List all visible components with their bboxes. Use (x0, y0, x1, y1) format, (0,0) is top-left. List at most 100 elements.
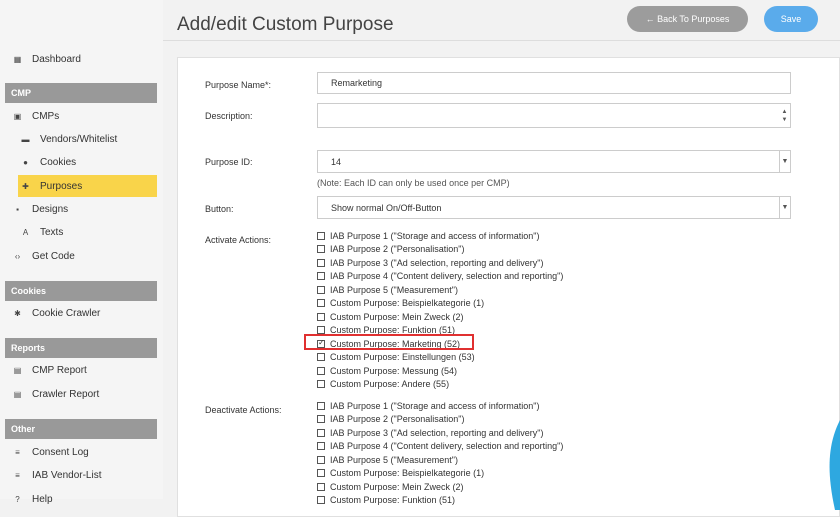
checkbox-label: IAB Purpose 5 ("Measurement") (330, 284, 458, 295)
section-header-cookies: Cookies (5, 281, 157, 301)
deactivate-action-option[interactable]: IAB Purpose 2 ("Personalisation") (317, 413, 563, 427)
activate-actions-list: IAB Purpose 1 ("Storage and access of in… (317, 229, 563, 391)
deactivate-action-option[interactable]: Custom Purpose: Beispielkategorie (1) (317, 467, 563, 481)
comment-icon: ▬ (21, 134, 30, 144)
activate-action-option[interactable]: Custom Purpose: Mein Zweck (2) (317, 310, 563, 324)
activate-action-option[interactable]: IAB Purpose 4 ("Content delivery, select… (317, 270, 563, 284)
description-label: Description: (205, 111, 253, 121)
deactivate-actions-list: IAB Purpose 1 ("Storage and access of in… (317, 399, 563, 507)
button-type-select[interactable]: Show normal On/Off-Button ▼ (317, 196, 791, 219)
activate-action-option[interactable]: Custom Purpose: Andere (55) (317, 378, 563, 392)
deactivate-action-option[interactable]: Custom Purpose: Mein Zweck (2) (317, 480, 563, 494)
sidebar-item-cookies[interactable]: ● Cookies (20, 151, 76, 173)
sidebar-item-label: Designs (32, 203, 69, 215)
checkbox[interactable] (317, 442, 325, 451)
highlight-annotation (304, 334, 474, 350)
sidebar-item-label: Purposes (40, 180, 83, 192)
form-panel: Purpose Name*: Remarketing Description: … (177, 57, 840, 517)
sidebar-item-cookie-crawler[interactable]: ✱ Cookie Crawler (12, 302, 100, 324)
checkbox[interactable] (317, 380, 325, 389)
checkbox-label: IAB Purpose 1 ("Storage and access of in… (330, 400, 540, 411)
checkbox[interactable] (317, 272, 325, 281)
sidebar-item-crawler-report[interactable]: ▤ Crawler Report (12, 383, 100, 405)
purpose-id-value: 14 (331, 156, 342, 167)
checkbox[interactable] (317, 353, 325, 362)
activate-action-option[interactable]: Custom Purpose: Messung (54) (317, 364, 563, 378)
activate-action-option[interactable]: IAB Purpose 3 ("Ad selection, reporting … (317, 256, 563, 270)
puzzle-icon: ✚ (22, 181, 29, 191)
checkbox-label: IAB Purpose 3 ("Ad selection, reporting … (330, 257, 544, 268)
sidebar-item-purposes[interactable]: ✚ Purposes (18, 175, 157, 197)
deactivate-action-option[interactable]: IAB Purpose 4 ("Content delivery, select… (317, 440, 563, 454)
checkbox[interactable] (317, 285, 325, 294)
deactivate-action-option[interactable]: Custom Purpose: Funktion (51) (317, 494, 563, 508)
sidebar-item-help[interactable]: ? Help (12, 488, 52, 510)
checkbox[interactable] (317, 401, 325, 410)
main-content: Add/edit Custom Purpose ← Back To Purpos… (163, 0, 840, 517)
section-header-cmp: CMP (5, 83, 157, 103)
checkbox[interactable] (317, 455, 325, 464)
sidebar: ▦ Dashboard CMP ▣ CMPs ▬ Vendors/Whitelist … (0, 0, 163, 505)
checkbox-label: Custom Purpose: Andere (55) (330, 379, 450, 390)
sidebar-item-label: Vendors/Whitelist (40, 133, 118, 145)
activate-action-option[interactable]: Custom Purpose: Beispielkategorie (1) (317, 297, 563, 311)
checkbox[interactable] (317, 299, 325, 308)
purpose-id-label: Purpose ID: (205, 157, 253, 167)
page-title: Add/edit Custom Purpose (177, 14, 394, 35)
checkbox-label: Custom Purpose: Beispielkategorie (1) (330, 298, 485, 309)
checkbox[interactable] (317, 496, 325, 505)
sidebar-item-vendors[interactable]: ▬ Vendors/Whitelist (20, 128, 118, 150)
button-label: Button: (205, 204, 234, 214)
sidebar-item-get-code[interactable]: ‹› Get Code (12, 245, 75, 267)
checkbox[interactable] (317, 482, 325, 491)
activate-actions-label: Activate Actions: (205, 235, 272, 245)
sidebar-item-dashboard[interactable]: ▦ Dashboard (12, 48, 81, 70)
purpose-id-select[interactable]: 14 ▼ (317, 150, 791, 173)
sidebar-item-cmp-report[interactable]: ▤ CMP Report (12, 359, 87, 381)
deactivate-action-option[interactable]: IAB Purpose 1 ("Storage and access of in… (317, 399, 563, 413)
sidebar-item-label: Crawler Report (32, 388, 100, 400)
purpose-name-input[interactable]: Remarketing (317, 72, 791, 94)
sidebar-item-label: Cookie Crawler (32, 307, 101, 319)
report-icon: ▤ (13, 389, 22, 399)
checkbox-label: IAB Purpose 5 ("Measurement") (330, 454, 458, 465)
checkbox-label: Custom Purpose: Messung (54) (330, 365, 458, 376)
checkbox[interactable] (317, 428, 325, 437)
help-icon: ? (15, 494, 20, 504)
activate-action-option[interactable]: IAB Purpose 1 ("Storage and access of in… (317, 229, 563, 243)
sidebar-item-consent-log[interactable]: ≡ Consent Log (12, 441, 89, 463)
checkbox-label: IAB Purpose 4 ("Content delivery, select… (330, 441, 564, 452)
sidebar-item-cmps[interactable]: ▣ CMPs (12, 105, 60, 127)
deactivate-action-option[interactable]: IAB Purpose 3 ("Ad selection, reporting … (317, 426, 563, 440)
checkbox[interactable] (317, 366, 325, 375)
checkbox[interactable] (317, 469, 325, 478)
activate-action-option[interactable]: Custom Purpose: Einstellungen (53) (317, 351, 563, 365)
sidebar-item-designs[interactable]: ▪ Designs (12, 198, 68, 220)
save-button[interactable]: Save (764, 6, 818, 32)
sidebar-item-texts[interactable]: A Texts (20, 221, 64, 243)
purpose-name-value: Remarketing (331, 78, 383, 88)
deactivate-action-option[interactable]: IAB Purpose 5 ("Measurement") (317, 453, 563, 467)
list-icon: ≡ (15, 447, 20, 457)
checkbox[interactable] (317, 245, 325, 254)
checkbox[interactable] (317, 231, 325, 240)
window-icon: ▣ (13, 111, 22, 121)
chevron-down-icon: ▼ (779, 197, 790, 218)
purpose-id-note: (Note: Each ID can only be used once per… (317, 178, 510, 188)
sidebar-item-label: Dashboard (32, 53, 81, 65)
textarea-scroll-icon[interactable]: ▲ ▼ (779, 104, 790, 127)
purpose-name-label: Purpose Name*: (205, 80, 272, 90)
activate-action-option[interactable]: IAB Purpose 5 ("Measurement") (317, 283, 563, 297)
cookie-icon: ● (23, 157, 28, 167)
list-icon: ≡ (15, 470, 20, 480)
sidebar-item-label: IAB Vendor-List (32, 469, 102, 481)
activate-action-option[interactable]: IAB Purpose 2 ("Personalisation") (317, 243, 563, 257)
deactivate-actions-label: Deactivate Actions: (205, 405, 282, 415)
checkbox[interactable] (317, 258, 325, 267)
description-textarea[interactable]: ▲ ▼ (317, 103, 791, 128)
sidebar-item-iab-vendor-list[interactable]: ≡ IAB Vendor-List (12, 464, 101, 486)
checkbox[interactable] (317, 312, 325, 321)
back-to-purposes-button[interactable]: ← Back To Purposes (627, 6, 748, 32)
image-icon: ▪ (16, 204, 19, 214)
checkbox[interactable] (317, 415, 325, 424)
